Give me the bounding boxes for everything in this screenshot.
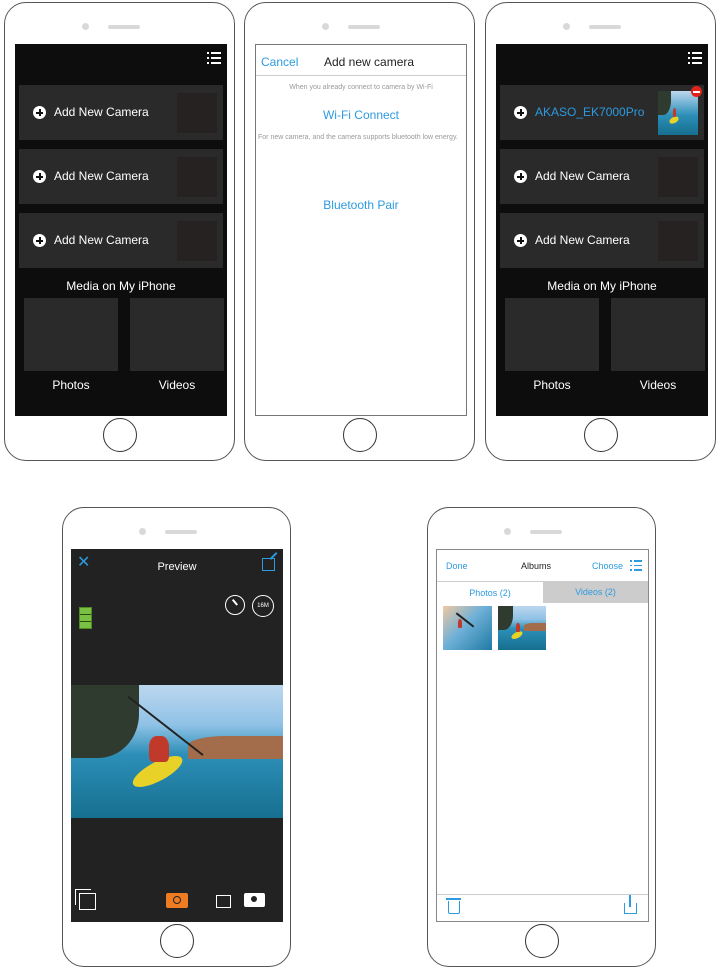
resolution-icon[interactable]: 16M [252,595,274,617]
plus-icon [514,234,527,247]
photo-mode-icon[interactable] [244,893,265,907]
home-button[interactable] [583,418,618,452]
preview-title: Preview [157,561,197,573]
camera-thumbnail-photo [658,91,698,135]
plus-icon [514,170,527,183]
camera-label: Add New Camera [54,233,149,247]
menu-list-icon[interactable] [688,52,702,65]
add-camera-screen: Cancel Add new camera When you already c… [255,44,467,416]
camera-label: Add New Camera [54,105,149,119]
videos-label: Videos [639,378,677,392]
nav-bar: Cancel Add new camera [256,45,466,76]
home-button[interactable] [342,418,377,452]
phone-4: ✕ Preview 16M [62,507,291,967]
camera-thumbnail [177,221,217,261]
home-screen-connected: AKASO_EK7000Pro Add New Camera Add New C… [496,44,708,416]
menu-list-icon[interactable] [207,52,221,65]
front-camera [562,23,570,30]
gallery-icon[interactable] [75,889,96,910]
done-button[interactable]: Done [446,561,468,571]
tab-videos[interactable]: Videos (2) [543,581,648,603]
wifi-hint: When you already connect to camera by Wi… [289,84,433,91]
speaker [588,25,621,29]
nav-title: Add new camera [324,55,415,69]
camera-name: AKASO_EK7000Pro [535,105,645,119]
speaker [164,530,197,534]
front-camera [321,23,329,30]
camera-label: Add New Camera [54,169,149,183]
camera-thumbnail [658,157,698,197]
home-button[interactable] [102,418,137,452]
videos-folder[interactable] [611,298,705,371]
nav-bar: Done Albums Choose [437,550,648,580]
add-camera-row-2[interactable]: Add New Camera [500,213,704,268]
share-icon[interactable] [624,895,637,914]
albums-title: Albums [521,561,552,571]
videos-label: Videos [158,378,196,392]
home-screen: Add New Camera Add New Camera Add New Ca… [15,44,227,416]
albums-screen: Done Albums Choose Photos (2) Videos (2) [436,549,649,922]
choose-button[interactable]: Choose [592,561,623,571]
cancel-button[interactable]: Cancel [261,55,298,69]
bottom-toolbar [437,894,648,921]
bluetooth-pair-button[interactable]: Bluetooth Pair [256,198,466,212]
shutter-camera-icon[interactable] [166,893,188,908]
speaker [529,530,562,534]
add-camera-row-1[interactable]: Add New Camera [19,85,223,140]
phone-5: Done Albums Choose Photos (2) Videos (2) [427,507,656,967]
speaker [347,25,380,29]
plus-icon [33,106,46,119]
home-button[interactable] [524,924,559,958]
speaker [107,25,140,29]
tab-photos[interactable]: Photos (2) [437,581,543,604]
photos-folder[interactable] [505,298,599,371]
battery-icon [79,607,92,629]
plus-icon [33,170,46,183]
edit-icon[interactable] [262,552,278,571]
add-camera-row-2[interactable]: Add New Camera [19,149,223,204]
camera-label: Add New Camera [535,169,630,183]
media-section-title: Media on My iPhone [547,279,657,293]
photos-folder[interactable] [24,298,118,371]
connected-camera-row[interactable]: AKASO_EK7000Pro [500,85,704,140]
photos-label: Photos [533,378,571,392]
add-camera-row-1[interactable]: Add New Camera [500,149,704,204]
preview-screen: ✕ Preview 16M [71,549,283,922]
bluetooth-hint: For new camera, and the camera supports … [258,134,458,141]
photo-thumbnail-2[interactable] [498,606,546,650]
wifi-connect-button[interactable]: Wi-Fi Connect [256,108,466,122]
phone-2: Cancel Add new camera When you already c… [244,2,475,461]
camera-thumbnail [658,221,698,261]
videos-folder[interactable] [130,298,224,371]
camera-label: Add New Camera [535,233,630,247]
phone-3: AKASO_EK7000Pro Add New Camera Add New C… [485,2,716,461]
live-preview-image [71,685,283,818]
photos-label: Photos [52,378,90,392]
media-section-title: Media on My iPhone [66,279,176,293]
video-mode-icon[interactable] [216,895,231,908]
remove-camera-icon[interactable] [691,86,702,97]
home-button[interactable] [159,924,194,958]
add-camera-row-3[interactable]: Add New Camera [19,213,223,268]
plus-icon [33,234,46,247]
trash-icon[interactable] [446,898,461,914]
front-camera [503,528,511,535]
front-camera [81,23,89,30]
list-view-icon[interactable] [630,560,642,571]
photo-thumbnail-1[interactable] [443,606,492,650]
plus-icon [514,106,527,119]
front-camera [138,528,146,535]
camera-thumbnail [177,93,217,133]
camera-thumbnail [177,157,217,197]
timer-icon[interactable] [225,595,245,615]
phone-1: Add New Camera Add New Camera Add New Ca… [4,2,235,461]
